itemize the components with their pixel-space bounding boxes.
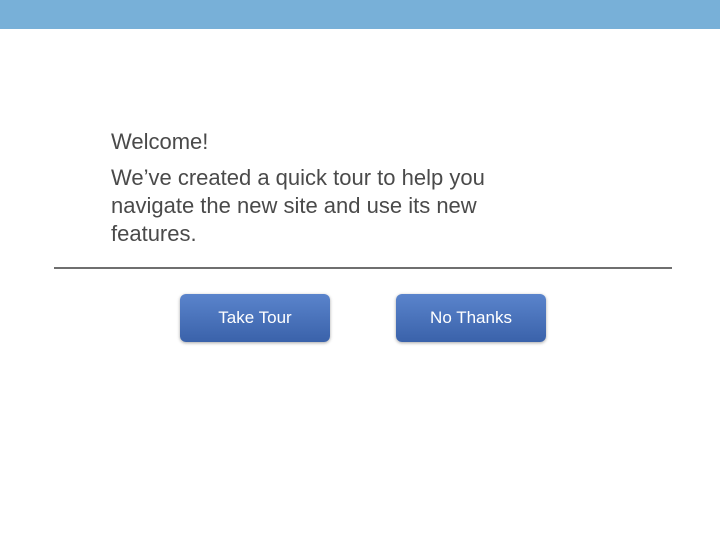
take-tour-button[interactable]: Take Tour bbox=[180, 294, 330, 342]
divider bbox=[54, 267, 672, 269]
no-thanks-button[interactable]: No Thanks bbox=[396, 294, 546, 342]
welcome-heading: Welcome! bbox=[111, 129, 209, 154]
welcome-message: We’ve created a quick tour to help you n… bbox=[111, 165, 485, 246]
page: Welcome! We’ve created a quick tour to h… bbox=[0, 0, 720, 540]
welcome-dialog: Welcome! We’ve created a quick tour to h… bbox=[111, 128, 541, 248]
top-bar bbox=[0, 0, 720, 29]
